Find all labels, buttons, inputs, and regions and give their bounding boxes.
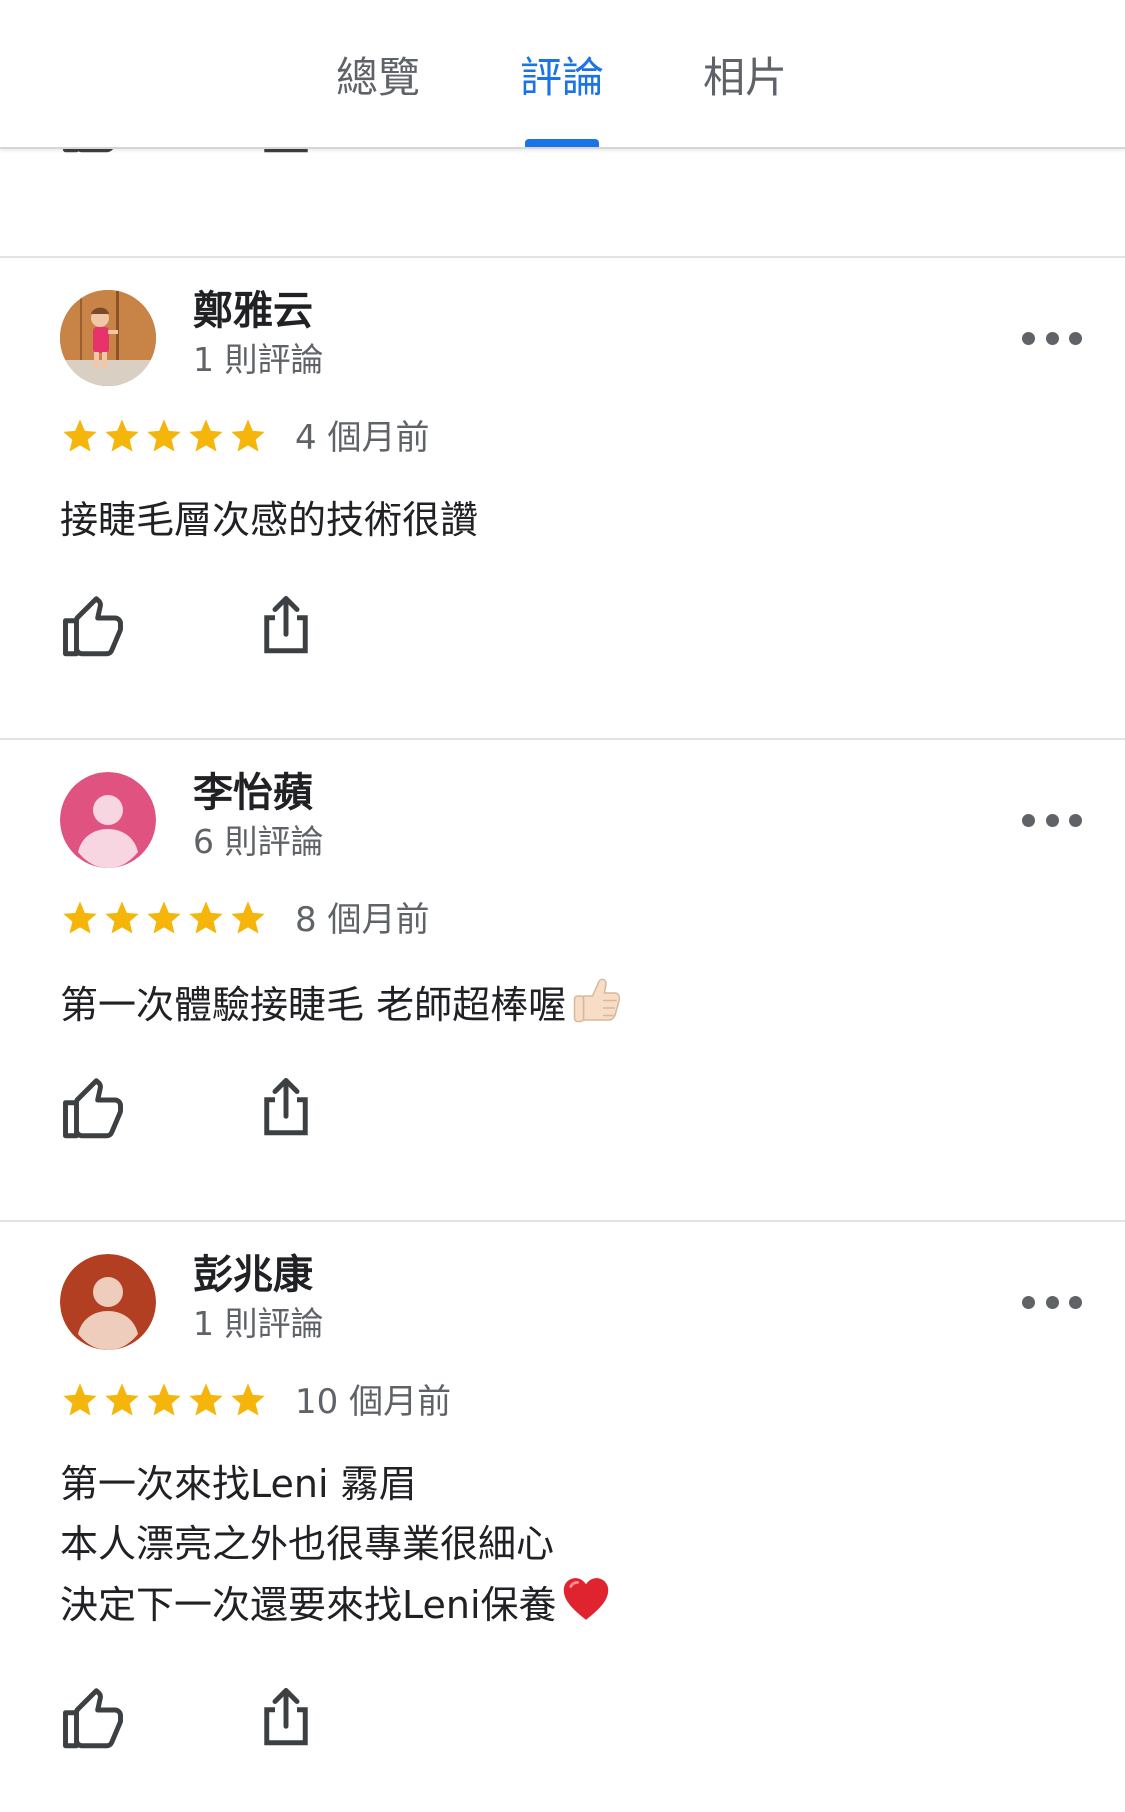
reviewer-avatar[interactable] <box>60 1254 156 1350</box>
share-icon <box>264 596 308 654</box>
star-rating <box>60 416 268 460</box>
reviewer-avatar[interactable] <box>60 772 156 868</box>
reviewer-avatar[interactable] <box>60 290 156 386</box>
more-options-button[interactable] <box>1022 322 1082 354</box>
reviewer-review-count: 1 則評論 <box>193 340 324 379</box>
star-icon <box>105 901 139 934</box>
reviewer-name[interactable]: 李怡蘋 <box>193 768 313 818</box>
star-icon <box>189 901 223 934</box>
share-icon <box>264 1688 308 1746</box>
thumbs-up-icon <box>63 1688 123 1749</box>
more-options-button[interactable] <box>1022 1286 1082 1318</box>
star-icon <box>63 419 97 452</box>
thumbs-up-icon <box>63 1078 123 1139</box>
review-time: 8 個月前 <box>295 900 430 940</box>
share-button[interactable] <box>253 593 323 663</box>
star-icon <box>105 1383 139 1416</box>
star-icon <box>231 419 265 452</box>
reviewer-name[interactable]: 鄭雅云 <box>193 286 313 336</box>
star-icon <box>189 419 223 452</box>
child-photo-avatar <box>60 290 156 386</box>
thumbs-up-emoji-icon <box>570 972 624 1043</box>
red-heart-emoji-icon <box>561 1574 611 1641</box>
star-icon <box>63 901 97 934</box>
reviewer-review-count: 1 則評論 <box>193 1304 324 1343</box>
star-icon <box>147 901 181 934</box>
review-text: 第一次體驗接睫毛 老師超棒喔 <box>60 972 1060 1043</box>
share-button[interactable] <box>253 1075 323 1145</box>
thumbs-up-icon <box>63 596 123 657</box>
review-time: 4 個月前 <box>295 418 430 458</box>
like-button[interactable] <box>60 1078 130 1148</box>
star-icon <box>147 419 181 452</box>
reviewer-review-count: 6 則評論 <box>193 822 324 861</box>
star-icon <box>231 1383 265 1416</box>
review-time: 10 個月前 <box>295 1382 452 1422</box>
reviewer-name[interactable]: 彭兆康 <box>193 1250 313 1300</box>
star-icon <box>231 901 265 934</box>
person-icon <box>60 772 156 868</box>
like-button[interactable] <box>60 596 130 666</box>
review-card: 李怡蘋 6 則評論 8 個月前 第一次體驗接睫毛 老師超棒喔 <box>0 740 1125 1220</box>
share-button[interactable] <box>253 1685 323 1755</box>
star-icon <box>147 1383 181 1416</box>
like-button[interactable] <box>60 1688 130 1758</box>
tab-overview[interactable]: 總覽 <box>336 48 420 108</box>
review-card: 彭兆康 1 則評論 10 個月前 第一次來找Leni 霧眉 本人漂亮之外也很專業… <box>0 1222 1125 1812</box>
review-text: 接睫毛層次感的技術很讚 <box>60 498 479 542</box>
person-icon <box>60 1254 156 1350</box>
review-text: 第一次來找Leni 霧眉 本人漂亮之外也很專業很細心 決定下一次還要來找Leni… <box>60 1454 1060 1641</box>
share-icon <box>264 1078 308 1136</box>
tab-reviews[interactable]: 評論 <box>520 48 604 108</box>
star-rating <box>60 898 268 942</box>
star-rating <box>60 1380 268 1424</box>
star-icon <box>105 419 139 452</box>
tab-bar: 總覽 評論 相片 <box>0 0 1125 149</box>
more-options-button[interactable] <box>1022 804 1082 836</box>
active-tab-indicator <box>525 139 599 147</box>
review-card: 鄭雅云 1 則評論 4 個月前 接睫毛層次感的技術很讚 <box>0 258 1125 738</box>
star-icon <box>189 1383 223 1416</box>
star-icon <box>63 1383 97 1416</box>
tab-photos[interactable]: 相片 <box>703 48 787 108</box>
